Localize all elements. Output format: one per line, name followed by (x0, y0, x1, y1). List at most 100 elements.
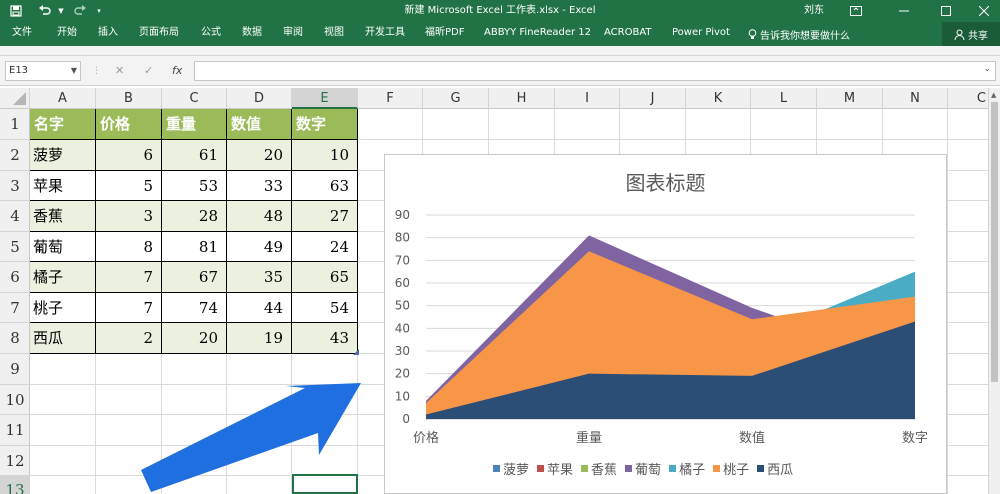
column-header[interactable]: E (292, 88, 358, 109)
table-cell[interactable]: 7 (96, 262, 162, 293)
row-header[interactable]: 10 (0, 385, 30, 415)
table-cell[interactable]: 28 (162, 201, 227, 232)
table-cell[interactable]: 67 (162, 262, 227, 293)
table-cell[interactable]: 葡萄 (30, 232, 96, 262)
table-cell[interactable]: 49 (227, 232, 292, 262)
table-cell[interactable]: 6 (96, 140, 162, 171)
vertical-scrollbar[interactable]: ▲ (988, 88, 1000, 494)
tab-file[interactable]: 文件 (12, 22, 32, 46)
tell-me-box[interactable]: 告诉我你想要做什么 (748, 22, 850, 46)
tab-review[interactable]: 审阅 (283, 22, 303, 46)
ribbon-display-options-icon[interactable] (840, 0, 872, 22)
row-header[interactable]: 12 (0, 446, 30, 476)
tab-acrobat[interactable]: ACROBAT (604, 22, 652, 46)
table-cell[interactable]: 橘子 (30, 262, 96, 293)
column-header[interactable]: M (817, 88, 883, 109)
column-header[interactable]: A (30, 88, 96, 109)
tab-power-pivot[interactable]: Power Pivot (672, 22, 730, 46)
row-header[interactable]: 5 (0, 232, 30, 262)
row-header[interactable]: 7 (0, 293, 30, 323)
table-cell[interactable]: 43 (292, 323, 358, 354)
column-header[interactable]: B (96, 88, 162, 109)
legend-item[interactable]: 橘子 (669, 459, 705, 478)
active-cell[interactable] (292, 474, 358, 494)
legend-item[interactable]: 西瓜 (757, 459, 793, 478)
legend-item[interactable]: 菠萝 (493, 459, 529, 478)
expand-formula-bar-icon[interactable]: ⌄ (983, 64, 991, 74)
table-cell[interactable]: 5 (96, 171, 162, 201)
row-header[interactable]: 13 (0, 476, 30, 494)
row-header[interactable]: 11 (0, 415, 30, 446)
column-header[interactable]: C (162, 88, 227, 109)
tab-foxit-pdf[interactable]: 福昕PDF (425, 22, 464, 46)
scroll-up-icon[interactable]: ▲ (991, 91, 996, 99)
name-box-dropdown-icon[interactable]: ▼ (71, 62, 77, 80)
column-header[interactable]: L (751, 88, 817, 109)
table-resize-handle[interactable] (353, 349, 359, 355)
row-header[interactable]: 9 (0, 354, 30, 385)
table-cell[interactable]: 桃子 (30, 293, 96, 323)
table-cell[interactable]: 54 (292, 293, 358, 323)
name-box[interactable]: E13 ▼ (5, 61, 81, 81)
table-cell[interactable]: 2 (96, 323, 162, 354)
column-header[interactable]: J (620, 88, 686, 109)
table-cell[interactable]: 香蕉 (30, 201, 96, 232)
table-cell[interactable]: 19 (227, 323, 292, 354)
table-cell[interactable]: 24 (292, 232, 358, 262)
table-cell[interactable]: 44 (227, 293, 292, 323)
legend-item[interactable]: 葡萄 (625, 459, 661, 478)
column-header[interactable]: I (555, 88, 620, 109)
row-header[interactable]: 1 (0, 109, 30, 140)
table-cell[interactable]: 7 (96, 293, 162, 323)
column-header[interactable]: C (948, 88, 988, 109)
legend-item[interactable]: 桃子 (713, 459, 749, 478)
tab-data[interactable]: 数据 (242, 22, 262, 46)
scrollbar-thumb[interactable] (991, 102, 998, 382)
row-header[interactable]: 3 (0, 171, 30, 201)
insert-function-icon[interactable]: fx (172, 61, 182, 81)
table-header-cell[interactable]: 数值 (227, 109, 292, 140)
cancel-formula-icon[interactable]: ✕ (115, 61, 124, 81)
table-cell[interactable]: 74 (162, 293, 227, 323)
table-cell[interactable]: 20 (162, 323, 227, 354)
table-cell[interactable]: 35 (227, 262, 292, 293)
row-header[interactable]: 6 (0, 262, 30, 293)
table-cell[interactable]: 10 (292, 140, 358, 171)
column-header[interactable]: D (227, 88, 292, 109)
legend-item[interactable]: 苹果 (537, 459, 573, 478)
table-header-cell[interactable]: 名字 (30, 109, 96, 140)
column-header[interactable]: H (489, 88, 555, 109)
table-cell[interactable]: 菠萝 (30, 140, 96, 171)
table-cell[interactable]: 81 (162, 232, 227, 262)
area-chart[interactable]: 图表标题 0 10 20 30 40 50 60 70 80 90 价格 重量 数值 数字 菠萝 苹果 香蕉葡… (384, 154, 947, 494)
enter-formula-icon[interactable]: ✓ (144, 61, 153, 81)
table-cell[interactable]: 33 (227, 171, 292, 201)
table-cell[interactable]: 53 (162, 171, 227, 201)
tab-home[interactable]: 开始 (57, 22, 77, 46)
table-cell[interactable]: 3 (96, 201, 162, 232)
table-header-cell[interactable]: 数字 (292, 109, 358, 140)
table-cell[interactable]: 8 (96, 232, 162, 262)
table-cell[interactable]: 48 (227, 201, 292, 232)
user-name[interactable]: 刘东 (804, 0, 824, 22)
table-cell[interactable]: 27 (292, 201, 358, 232)
tab-formulas[interactable]: 公式 (201, 22, 221, 46)
formula-input[interactable]: ⌄ (194, 61, 996, 81)
table-cell[interactable]: 西瓜 (30, 323, 96, 354)
table-cell[interactable]: 20 (227, 140, 292, 171)
minimize-icon[interactable] (888, 0, 920, 22)
tab-developer[interactable]: 开发工具 (365, 22, 405, 46)
legend-item[interactable]: 香蕉 (581, 459, 617, 478)
tab-insert[interactable]: 插入 (98, 22, 118, 46)
tab-view[interactable]: 视图 (324, 22, 344, 46)
column-header[interactable]: G (423, 88, 489, 109)
table-cell[interactable]: 63 (292, 171, 358, 201)
share-button[interactable]: 共享 (942, 22, 1000, 46)
row-header[interactable]: 4 (0, 201, 30, 232)
select-all-corner[interactable] (0, 88, 30, 109)
table-cell[interactable]: 苹果 (30, 171, 96, 201)
chart-legend[interactable]: 菠萝 苹果 香蕉 葡萄 橘子 桃子 西瓜 (493, 459, 801, 478)
table-header-cell[interactable]: 重量 (162, 109, 227, 140)
close-icon[interactable] (968, 0, 1000, 22)
row-header[interactable]: 2 (0, 140, 30, 171)
